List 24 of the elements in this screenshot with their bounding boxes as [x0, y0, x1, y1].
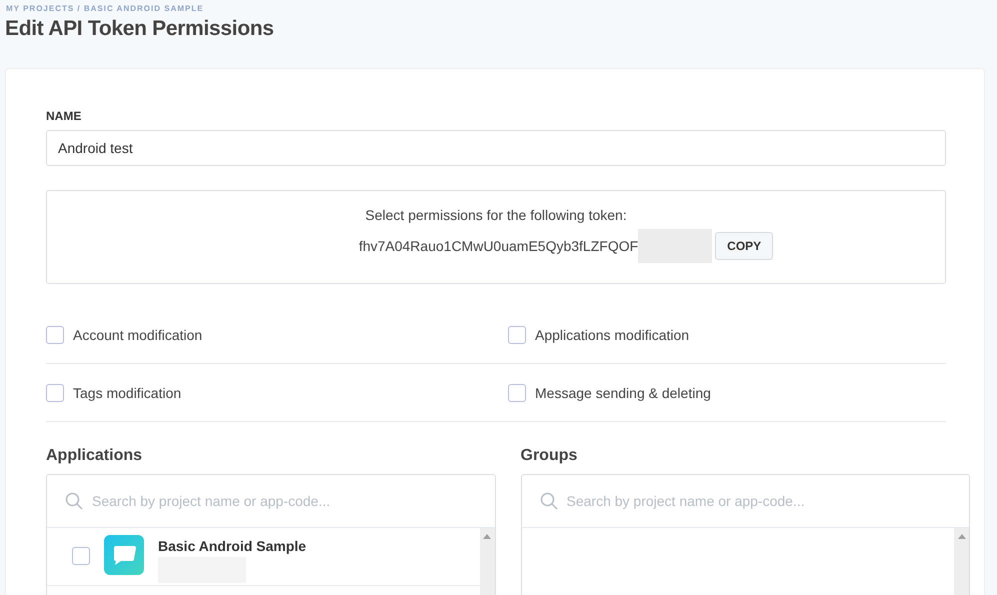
checkbox[interactable]	[508, 326, 526, 344]
token-text: fhv7A04Rauo1CMwU0uamE5Qyb3fLZFQOF	[358, 238, 638, 254]
name-input-field[interactable]: Android test	[46, 130, 946, 166]
checkbox[interactable]	[508, 384, 526, 402]
checkbox[interactable]	[72, 547, 90, 565]
scroll-up-icon[interactable]	[958, 534, 966, 539]
scroll-up-icon[interactable]	[483, 534, 491, 539]
permission-label: Account modification	[73, 326, 202, 342]
field-label: NAME	[46, 109, 82, 123]
breadcrumb: MY PROJECTS / BASIC ANDROID SAMPLE	[6, 4, 205, 13]
permission-label: Message sending & deleting	[535, 384, 711, 400]
token-prompt: Select permissions for the following token:	[365, 207, 627, 223]
page-title: Edit API Token Permissions	[5, 17, 275, 41]
permission-label: Tags modification	[73, 384, 182, 400]
chat-bubble-icon	[104, 535, 144, 575]
permission-label: Applications modification	[535, 326, 690, 342]
app-name: Basic Android Sample	[158, 538, 306, 554]
section-heading: Applications	[46, 447, 144, 465]
search-icon	[65, 492, 83, 510]
section-heading: Groups	[520, 447, 578, 465]
search-icon	[540, 492, 558, 510]
copy-button[interactable]: COPY	[715, 232, 774, 260]
checkbox[interactable]	[46, 326, 64, 344]
checkbox[interactable]	[46, 384, 64, 402]
